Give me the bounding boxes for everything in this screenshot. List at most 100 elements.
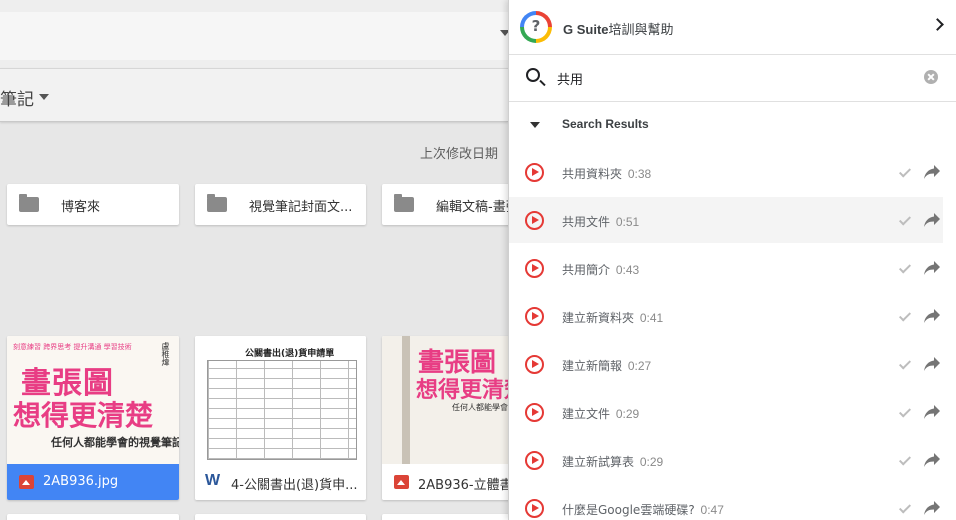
file-caption: 2AB936-立體書: [382, 464, 512, 500]
file-card[interactable]: [7, 514, 179, 520]
clear-search-icon[interactable]: [924, 70, 938, 84]
share-arrow-icon[interactable]: [923, 404, 941, 420]
result-label: 共用文件: [562, 215, 611, 229]
collapse-triangle-icon[interactable]: [530, 122, 540, 128]
result-title: 共用簡介 0:43: [562, 261, 639, 278]
share-arrow-icon[interactable]: [923, 308, 941, 324]
breadcrumb-chevron-down-icon[interactable]: [39, 94, 49, 100]
cover-subtitle: 任何人都能學會的視覺筆記術: [452, 403, 512, 412]
result-title: 建立新試算表 0:29: [562, 453, 663, 470]
form-document-preview: 公關書出(退)貨申請單: [195, 336, 366, 464]
result-title: 建立新簡報 0:27: [562, 357, 651, 374]
share-arrow-icon[interactable]: [923, 452, 941, 468]
play-video-icon[interactable]: [525, 451, 544, 470]
play-video-icon[interactable]: [525, 403, 544, 422]
breadcrumb-bar: 筆記: [0, 68, 508, 122]
cover-tags: 刻意練習 跨界思考 提升溝通 學習技術: [13, 343, 132, 351]
result-duration: 0:47: [700, 503, 724, 517]
result-title: 共用文件 0:51: [562, 213, 639, 230]
checkmark-icon[interactable]: [898, 357, 912, 370]
file-thumbnail: 公關書出(退)貨申請單: [195, 336, 366, 464]
file-card[interactable]: 刻意練習 跨界思考 提升溝通 學習技術 盧稚煒 畫張圖 想得更清楚 任何人都能學…: [7, 336, 179, 500]
breadcrumb[interactable]: 筆記: [0, 85, 34, 110]
checkmark-icon[interactable]: [898, 453, 912, 466]
folder-icon: [394, 194, 414, 212]
title-rest: 培訓與幫助: [608, 23, 674, 38]
share-arrow-icon[interactable]: [923, 500, 941, 516]
image-file-icon: [19, 475, 34, 489]
search-result-item[interactable]: 建立新簡報 0:27: [509, 341, 943, 387]
share-arrow-icon[interactable]: [923, 356, 941, 372]
search-results-label: Search Results: [562, 117, 649, 131]
folder-name: 博客來: [61, 200, 101, 215]
share-arrow-icon[interactable]: [923, 164, 941, 180]
file-card[interactable]: 公關書出(退)貨申請單 W 4-公關書出(退)貨申...: [195, 336, 366, 500]
file-card[interactable]: 畫張圖 想得更清楚 任何人都能學會的視覺筆記術 2AB936-立體書: [382, 336, 512, 500]
checkmark-icon[interactable]: [898, 501, 912, 514]
search-result-item[interactable]: 共用文件 0:51: [509, 197, 943, 243]
form-title: 公關書出(退)貨申請單: [245, 349, 335, 359]
book-cover-image: 刻意練習 跨界思考 提升溝通 學習技術 盧稚煒 畫張圖 想得更清楚 任何人都能學…: [7, 336, 179, 464]
search-result-item[interactable]: 共用簡介 0:43: [509, 245, 943, 291]
checkmark-icon[interactable]: [898, 165, 912, 178]
play-video-icon[interactable]: [525, 499, 544, 518]
play-video-icon[interactable]: [525, 163, 544, 182]
result-duration: 0:51: [615, 215, 640, 229]
drive-search-box[interactable]: [0, 12, 520, 60]
result-duration: 0:38: [627, 167, 652, 181]
search-result-item[interactable]: 建立文件 0:29: [509, 389, 943, 435]
result-duration: 0:41: [639, 311, 664, 325]
file-name: 2AB936-立體書: [418, 478, 512, 493]
book-spine: [402, 336, 410, 464]
result-duration: 0:27: [627, 359, 652, 373]
checkmark-icon[interactable]: [898, 405, 912, 418]
play-video-icon[interactable]: [525, 211, 544, 230]
file-card[interactable]: [195, 514, 366, 520]
folder-item[interactable]: 視覺筆記封面文...: [195, 184, 366, 225]
result-label: 建立文件: [562, 407, 611, 421]
cover-author: 盧稚煒: [161, 342, 170, 366]
search-result-item[interactable]: 共用資料夾 0:38: [509, 149, 943, 195]
play-video-icon[interactable]: [525, 307, 544, 326]
file-thumbnail: 畫張圖 想得更清楚 任何人都能學會的視覺筆記術: [382, 336, 512, 464]
file-card[interactable]: [382, 514, 512, 520]
search-result-item[interactable]: 什麼是Google雲端硬碟? 0:47: [509, 485, 943, 520]
play-video-icon[interactable]: [525, 355, 544, 374]
word-doc-icon: W: [205, 472, 221, 489]
chevron-right-icon[interactable]: [931, 18, 944, 31]
result-duration: 0:29: [639, 455, 664, 469]
search-result-item[interactable]: 建立新試算表 0:29: [509, 437, 943, 483]
result-title: 共用資料夾 0:38: [562, 165, 651, 182]
share-arrow-icon[interactable]: [923, 260, 941, 276]
search-results-header[interactable]: Search Results: [509, 104, 956, 144]
image-file-icon: [394, 475, 409, 489]
help-search-bar: [509, 56, 956, 102]
search-icon: [526, 68, 540, 82]
file-name: 2AB936.jpg: [43, 474, 119, 489]
folder-item[interactable]: 博客來: [7, 184, 179, 225]
result-label: 建立新試算表: [562, 455, 635, 469]
file-caption: 2AB936.jpg: [7, 464, 179, 500]
play-video-icon[interactable]: [525, 259, 544, 278]
result-label: 建立新簡報: [562, 359, 623, 373]
cover-title-2: 想得更清楚: [416, 378, 512, 403]
help-panel-header: ? G Suite培訓與幫助: [509, 0, 956, 55]
result-duration: 0:29: [615, 407, 640, 421]
share-arrow-icon[interactable]: [923, 212, 941, 228]
result-label: 什麼是Google雲端硬碟?: [562, 503, 695, 517]
checkmark-icon[interactable]: [898, 261, 912, 274]
search-input[interactable]: [557, 68, 897, 88]
cover-title-2: 想得更清楚: [13, 399, 154, 432]
search-result-item[interactable]: 建立新資料夾 0:41: [509, 293, 943, 339]
cover-subtitle: 任何人都能學會的視覺筆記術: [51, 436, 179, 449]
title-brand: G Suite: [563, 22, 609, 37]
folder-icon: [19, 194, 39, 212]
help-logo-icon: ?: [520, 11, 552, 43]
folder-item[interactable]: 編輯文稿-畫張: [382, 184, 512, 225]
checkmark-icon[interactable]: [898, 213, 912, 226]
result-label: 共用簡介: [562, 263, 611, 277]
result-duration: 0:43: [615, 263, 640, 277]
sort-by-last-modified[interactable]: 上次修改日期: [420, 143, 498, 162]
checkmark-icon[interactable]: [898, 309, 912, 322]
form-table: [207, 360, 357, 460]
